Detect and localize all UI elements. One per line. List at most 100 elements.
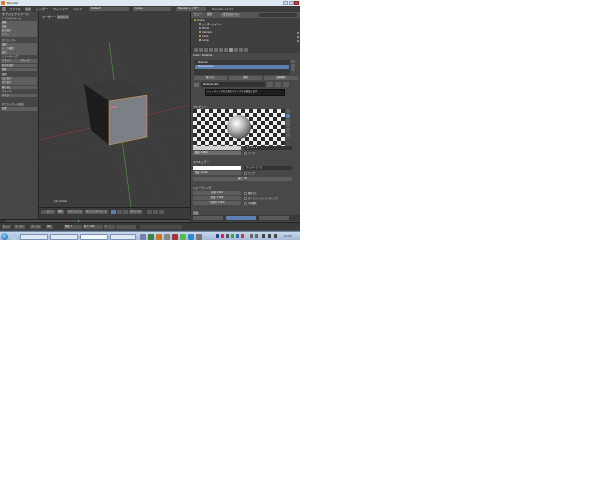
object-menu[interactable]: オブジェクト (67, 210, 83, 214)
emit-field[interactable]: 放射: 0.00 (193, 191, 241, 195)
shadeless-checkbox[interactable] (244, 192, 247, 195)
outliner-search-input[interactable] (259, 13, 297, 17)
redo-button[interactable]: やり直す (1, 81, 37, 85)
taskbar-pinned-icon[interactable] (140, 233, 146, 240)
cubic-checkbox[interactable] (244, 202, 247, 205)
assign-button[interactable]: 割り当て (194, 76, 227, 80)
menu-file[interactable]: ファイル (9, 7, 21, 11)
taskbar-explorer-icon[interactable] (11, 233, 17, 240)
tray-icon[interactable] (250, 234, 253, 238)
scene-tab-icon[interactable] (199, 47, 203, 52)
status-frame-menu[interactable]: フレーム (30, 224, 42, 229)
z-transparency-button[interactable] (226, 216, 256, 220)
ambient-field[interactable]: 環境: 1.000 (193, 196, 241, 200)
orientation-select[interactable]: グローバル (129, 210, 143, 214)
tray-icon[interactable] (255, 234, 258, 238)
unlink-material-button[interactable] (283, 82, 289, 87)
diffuse-ramp-checkbox[interactable] (244, 152, 247, 155)
modifiers-tab-icon[interactable] (219, 47, 223, 52)
taskbar-pinned-icon[interactable] (180, 233, 186, 240)
material-slot[interactable]: Material (195, 61, 289, 65)
cube-front-face[interactable] (108, 94, 148, 146)
snap-icon[interactable] (153, 210, 158, 214)
diffuse-color-swatch[interactable] (193, 146, 241, 150)
undo-button[interactable]: 元に戻す (1, 77, 37, 81)
render-tab-icon[interactable] (194, 47, 198, 52)
outliner-row-world[interactable]: World (199, 27, 209, 30)
menu-help[interactable]: ヘルプ (73, 7, 82, 11)
render-preview-icon[interactable] (159, 210, 164, 214)
taskbar-clock[interactable]: 22:00 (284, 235, 291, 238)
repeat-button[interactable]: 繰り返し (1, 85, 37, 90)
start-button-icon[interactable] (1, 233, 8, 240)
texture-tab-icon[interactable] (234, 47, 238, 52)
slot-specials-button[interactable] (291, 67, 295, 71)
mirror-button[interactable]: ミラー (1, 33, 37, 37)
preview-flat-button[interactable] (286, 109, 290, 113)
tray-icon[interactable] (226, 234, 229, 238)
object-tab-icon[interactable] (209, 47, 213, 52)
tray-icon[interactable] (241, 234, 244, 238)
preview-sky-button[interactable] (286, 132, 290, 137)
select-menu[interactable]: 選択 (57, 210, 64, 214)
link-duplicate-button[interactable]: リンク複製 (1, 47, 37, 51)
shading-panel-header[interactable]: シェーディング (193, 186, 212, 190)
shading-mode-icon[interactable] (111, 210, 116, 214)
fake-user-button[interactable] (267, 82, 273, 87)
menu-window[interactable]: ウィンドウ (53, 7, 68, 11)
taskbar-pinned-icon[interactable] (196, 233, 202, 240)
volume-icon[interactable] (268, 234, 271, 238)
status-view-menu[interactable]: ビュー (2, 224, 11, 229)
maximize-button[interactable] (288, 1, 294, 5)
outliner-view-menu[interactable]: ビュー (194, 13, 202, 17)
specular-ramp-checkbox[interactable] (244, 172, 247, 175)
status-marker-menu[interactable]: マーカー (14, 224, 26, 229)
network-icon[interactable] (262, 234, 265, 238)
visibility-eye-icon[interactable] (296, 31, 299, 34)
scene-select[interactable]: Scene (133, 7, 171, 11)
diffuse-intensity-slider[interactable]: 強度: 0.800 (193, 151, 241, 155)
outliner-row-camera[interactable]: Camera (199, 31, 212, 34)
duplicate-button[interactable]: 複製 (1, 43, 37, 47)
3d-viewport[interactable]: ユーザー・透視投影 (1) Cube (39, 12, 190, 207)
material-slot[interactable]: Material.001 (195, 65, 289, 69)
raytrace-button[interactable] (259, 216, 289, 220)
outliner-display-select[interactable]: 全てのシーン (221, 13, 241, 17)
taskbar-app-button[interactable] (110, 233, 136, 240)
specular-color-swatch[interactable] (193, 166, 241, 170)
menu-add[interactable]: 追加 (25, 7, 31, 11)
deselect-button[interactable]: 選択解除 (264, 76, 298, 80)
delete-button[interactable]: 削除 (1, 67, 37, 72)
material-browse-icon[interactable] (194, 82, 199, 87)
outliner-row-cube[interactable]: Cube (199, 35, 208, 38)
preview-cube-button[interactable] (286, 118, 290, 123)
outliner-row-renderlayers[interactable]: レンダーレイヤー (199, 23, 222, 26)
view-menu[interactable]: ビュー (46, 210, 55, 214)
tray-icon[interactable] (236, 234, 239, 238)
visibility-eye-icon[interactable] (296, 39, 299, 42)
smooth-shading-button[interactable]: スムーズ (19, 59, 38, 64)
outliner-row-lamp[interactable]: Lamp (199, 39, 209, 42)
material-tab-icon[interactable] (229, 47, 233, 52)
screen-layout-select[interactable]: Default (89, 7, 129, 11)
taskbar-app-button[interactable] (50, 233, 78, 240)
material-name-field[interactable]: Material.001 (201, 82, 265, 87)
material-slot-list[interactable]: Material Material.001 (194, 60, 290, 75)
rotate-button[interactable]: 回転 (1, 25, 37, 29)
visibility-eye-icon[interactable] (296, 35, 299, 38)
diffuse-shader-select[interactable]: ランバート (244, 146, 292, 150)
status-playback-menu[interactable]: 再生 (46, 224, 53, 229)
outliner-search-menu[interactable]: 検索 (207, 13, 212, 17)
keying-set-select[interactable] (140, 224, 182, 229)
scale-button[interactable]: 拡大縮小 (1, 29, 37, 33)
taskbar-app-button[interactable] (20, 233, 48, 240)
flat-shading-button[interactable]: フラット (1, 59, 19, 64)
specular-panel-header[interactable]: スペキュラー (193, 160, 209, 164)
physics-tab-icon[interactable] (244, 47, 248, 52)
editor-type-icon[interactable] (2, 7, 6, 11)
tray-icon[interactable] (274, 234, 277, 238)
add-slot-button[interactable] (291, 60, 295, 64)
outliner-row-scene[interactable]: Scene (194, 19, 205, 22)
taskbar-pinned-icon[interactable] (164, 233, 170, 240)
select-button[interactable]: 選択 (229, 76, 262, 80)
